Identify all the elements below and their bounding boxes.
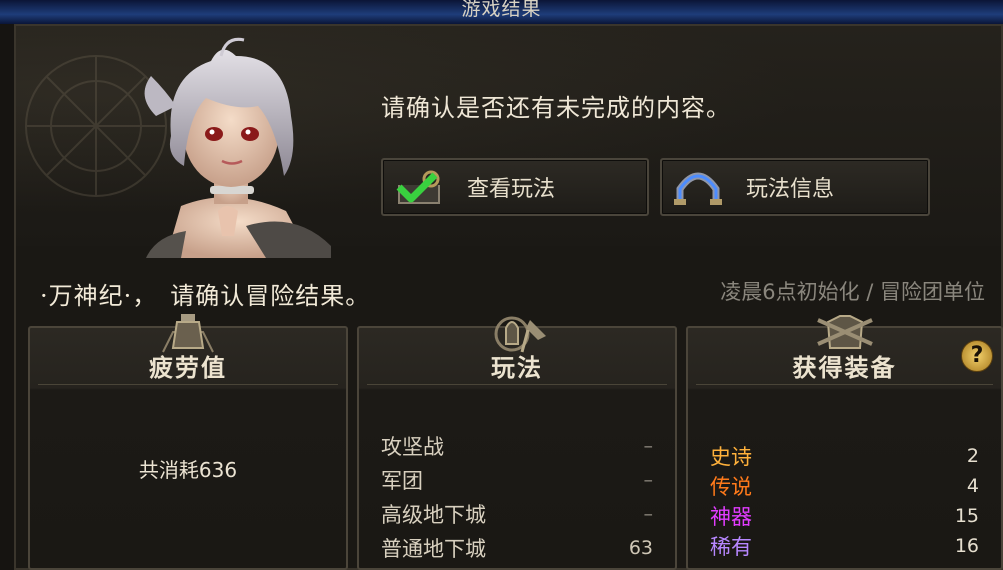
left-edge (0, 24, 14, 570)
fatigue-card: 疲劳值 共消耗636 (28, 314, 348, 570)
play-row-name: 高级地下城 (381, 503, 486, 527)
loot-title: 获得装备 (792, 353, 897, 382)
loot-row-value: 15 (954, 505, 979, 527)
play-row-name: 普通地下城 (381, 537, 486, 561)
loot-row-name: 史诗 (710, 445, 752, 469)
loot-row-rare: 稀有 16 (710, 530, 979, 562)
check-icon (396, 170, 440, 204)
play-row-name: 军团 (381, 469, 423, 493)
play-card: 玩法 攻坚战 – 军团 – 高级地下城 – 普通地下城 63 (357, 316, 677, 570)
loot-row-epic: 史诗 2 (710, 440, 979, 472)
play-row-value: – (643, 503, 654, 525)
arch-icon (674, 172, 722, 205)
play-info-label: 玩法信息 (746, 177, 835, 202)
loot-row-name: 稀有 (710, 535, 752, 559)
loot-row-name: 神器 (710, 505, 752, 529)
view-play-button[interactable]: 查看玩法 (381, 158, 649, 216)
loot-row-name: 传说 (710, 475, 752, 499)
help-icon[interactable]: ? (961, 340, 993, 372)
play-row-normal-dungeon: 普通地下城 63 (381, 532, 653, 564)
prompt-message: 请确认是否还有未完成的内容。 (381, 94, 731, 122)
loot-row-legendary: 传说 4 (710, 470, 979, 502)
reset-info-text: 凌晨6点初始化 / 冒险团单位 (720, 280, 985, 304)
window-title: 游戏结果 (461, 0, 542, 20)
play-row-raid: 攻坚战 – (381, 430, 653, 462)
view-play-label: 查看玩法 (467, 177, 556, 202)
loot-row-value: 4 (966, 475, 979, 497)
npc-portrait (144, 37, 331, 258)
play-row-value: 63 (628, 537, 653, 559)
npc-header: 请确认是否还有未完成的内容。 查看玩法 玩法信息 (16, 26, 1001, 258)
adventure-confirm-text: ·万神纪·， 请确认冒险结果。 (40, 282, 371, 310)
play-row-advanced-dungeon: 高级地下城 – (381, 498, 653, 530)
play-row-value: – (643, 469, 654, 491)
play-row-value: – (643, 435, 654, 457)
play-row-name: 攻坚战 (381, 435, 444, 459)
result-panel: 请确认是否还有未完成的内容。 查看玩法 玩法信息 ·万神纪·， 请确认冒险结果。… (14, 24, 1003, 570)
loot-row-artifact: 神器 15 (710, 500, 979, 532)
fatigue-consumed: 共消耗636 (138, 458, 238, 482)
window-title-bar: 游戏结果 (0, 0, 1003, 25)
play-info-button[interactable]: 玩法信息 (660, 158, 930, 216)
loot-card: 获得装备 ? 史诗 2 传说 4 神器 15 稀有 16 (686, 315, 1003, 570)
play-row-legion: 军团 – (381, 464, 653, 496)
loot-row-value: 2 (966, 445, 979, 467)
fatigue-title: 疲劳值 (149, 353, 227, 382)
loot-row-value: 16 (954, 535, 979, 557)
play-title: 玩法 (491, 353, 543, 382)
